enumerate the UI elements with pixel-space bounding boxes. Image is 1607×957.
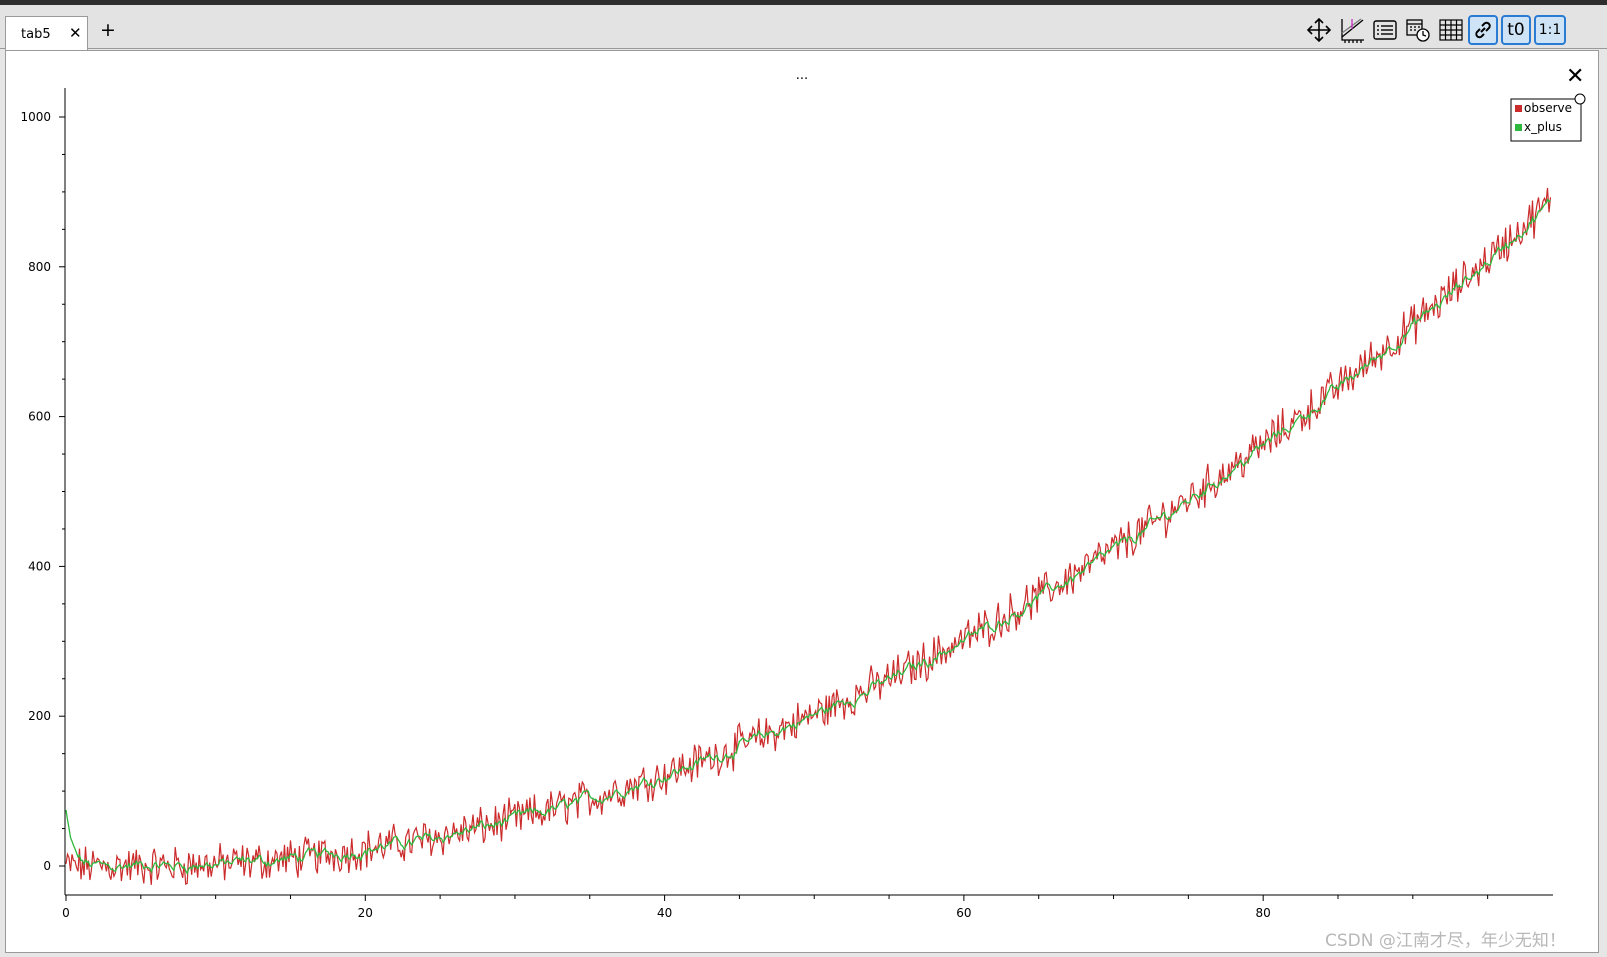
legend-label: observe	[1524, 101, 1572, 115]
legend-swatch	[1515, 105, 1522, 112]
y-tick-label: 0	[43, 859, 51, 873]
watermark: CSDN @江南才尽，年少无知！	[1325, 931, 1566, 951]
y-tick-label: 1000	[20, 110, 51, 124]
plot-canvas[interactable]: 0 200 400 600 800 1000 0 20 40 60 80 observe x_plus	[0, 0, 1607, 957]
x-tick-label: 80	[1256, 906, 1271, 920]
series-x_plus-line	[65, 198, 1551, 876]
legend-swatch	[1515, 124, 1522, 131]
plot-title: ...	[795, 68, 809, 83]
legend[interactable]: observe x_plus	[1510, 93, 1586, 142]
x-tick-label: 20	[358, 906, 373, 920]
y-tick-label: 200	[28, 709, 51, 723]
close-plot-icon[interactable]: ✕	[1566, 66, 1584, 88]
x-tick-label: 60	[956, 906, 971, 920]
legend-handle	[1574, 93, 1586, 105]
series-observe-line	[65, 187, 1552, 886]
legend-label: x_plus	[1524, 120, 1562, 134]
y-tick-label: 400	[28, 559, 51, 573]
y-tick-label: 600	[28, 410, 51, 424]
x-tick-label: 0	[62, 906, 70, 920]
x-tick-label: 40	[657, 906, 672, 920]
y-tick-label: 800	[28, 260, 51, 274]
